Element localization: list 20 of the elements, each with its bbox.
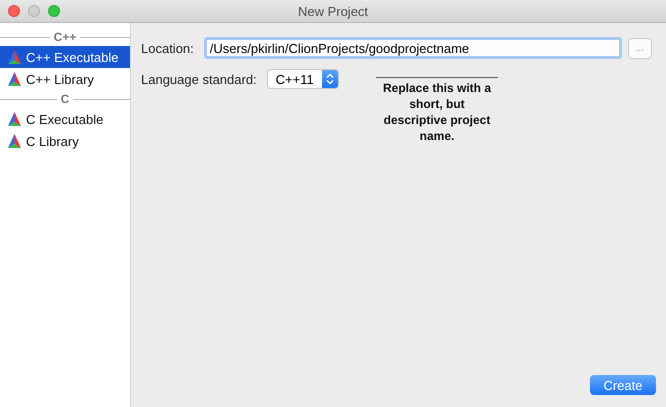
triangle-logo-icon <box>8 112 21 126</box>
project-type-item[interactable]: C Library <box>0 130 130 152</box>
stepper-icon <box>326 73 334 85</box>
triangle-logo-icon <box>8 50 21 64</box>
project-type-item[interactable]: C Executable <box>0 108 130 130</box>
group-header: C++ <box>54 30 76 44</box>
window-title: New Project <box>298 4 368 18</box>
minimize-button[interactable] <box>28 5 40 17</box>
triangle-logo-icon <box>8 134 21 148</box>
close-button[interactable] <box>8 5 20 17</box>
project-type-item[interactable]: C++ Library <box>0 68 130 90</box>
location-field[interactable]: /Users/pkirlin/ClionProjects/goodprojectname <box>204 37 622 59</box>
language-select[interactable]: C++11 <box>266 69 339 89</box>
language-label: Language standard: <box>141 72 257 86</box>
location-label: Location: <box>141 40 194 56</box>
annotation-note: Replace this with a short, but descriptive project name. <box>376 77 498 144</box>
triangle-logo-icon <box>8 72 21 86</box>
project-type-item[interactable]: C++ Executable <box>0 46 130 68</box>
zoom-button[interactable] <box>48 5 60 17</box>
group-header: C <box>60 92 70 106</box>
